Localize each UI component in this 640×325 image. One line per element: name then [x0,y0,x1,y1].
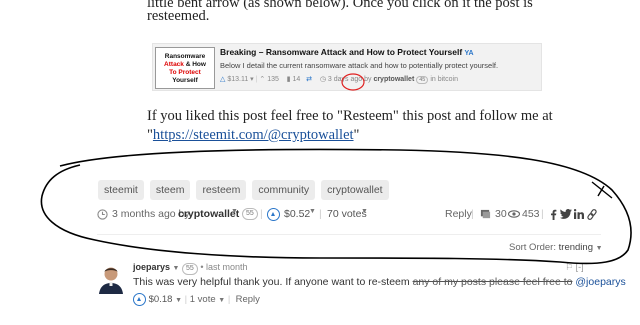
sort-chevron-down-icon[interactable]: ▼ [596,245,603,252]
upvote-button[interactable] [133,293,146,306]
divider: | [319,208,322,220]
sort-label: Sort Order: [509,242,556,253]
comments-icon: ▮ [286,76,291,83]
votes-chevron-down-icon[interactable]: ▼ [218,297,225,304]
votes-icon: ⌃ [259,76,266,83]
thumb-text: To Protect [169,69,201,76]
tag-list: steemit steem resteem community cryptowa… [98,180,389,200]
mention-link[interactable]: @joeparys [572,276,625,288]
sort-order-dropdown[interactable]: Sort Order: trending ▼ [509,242,603,253]
article-text-line: If you liked this post feel free to "Res… [147,108,553,124]
reputation-badge: 55 [242,208,258,220]
divider: | [471,208,474,220]
upvote-icon: △ [220,76,226,83]
section-divider [97,234,601,235]
comment-body: This was very helpful thank you. If anyo… [133,276,626,288]
thumb-text: Attack & How [164,61,206,68]
comments-count[interactable]: 30 [495,208,507,220]
thumb-text: Ransomware [164,53,206,60]
resteem-icon: ⇄ [306,76,313,83]
comments-icon[interactable] [480,208,491,220]
comment-author-link[interactable]: joeparys [133,262,170,272]
scribble-tail [591,181,613,199]
embed-meta: △ $13.11 ▾ | ⌃ 135 ▮ 14 ⇄ ◷ 3 days ago b… [220,76,458,84]
reputation-badge: 55 [182,263,198,275]
votes-chevron-down-icon[interactable]: ▼ [361,208,368,215]
comment-time[interactable]: last month [206,262,248,272]
post-payout[interactable]: $0.52 [284,208,310,220]
embed-description: Below I detail the current ransomware at… [220,61,499,70]
comment-actions: ⚐ [-] [565,262,584,273]
divider: | [184,294,188,306]
comment-header: joeparys ▼ 55 • last month [133,262,248,275]
link-icon[interactable] [587,208,597,220]
comment-footer: $0.18 ▼ | 1 vote ▼ | Reply [133,293,260,306]
tag-steemit[interactable]: steemit [98,180,144,200]
author-chevron-down-icon[interactable]: ▼ [173,265,180,272]
comment-payout[interactable]: $0.18 [149,294,173,305]
tag-community[interactable]: community [252,180,316,200]
eye-icon [508,208,520,220]
divider: | [260,208,263,220]
embedded-post-screenshot: Ransomware Attack & How To Protect Yours… [152,43,542,91]
sort-value[interactable]: trending [559,242,593,253]
payout-chevron-down-icon[interactable]: ▼ [175,297,182,304]
facebook-icon[interactable] [548,208,558,220]
embed-title: Breaking – Ransomware Attack and How to … [220,47,474,57]
embed-thumbnail: Ransomware Attack & How To Protect Yours… [155,47,215,89]
tag-resteem[interactable]: resteem [196,180,247,200]
comment-reply-button[interactable]: Reply [236,294,260,305]
collapse-button[interactable]: [-] [576,262,584,272]
avatar[interactable] [97,262,125,294]
linkedin-icon[interactable] [574,208,584,220]
thumb-text: Yourself [172,77,198,84]
upvote-icon [133,293,146,306]
upvote-icon [267,208,280,221]
profile-link[interactable]: https://steemit.com/@cryptowallet [153,127,354,143]
author-chevron-down-icon[interactable]: ▼ [231,208,238,215]
flag-icon[interactable]: ⚐ [565,262,573,272]
clock-icon [97,208,108,220]
article-text-line: "https://steemit.com/@cryptowallet" [147,127,360,143]
clock-icon: ◷ [319,76,326,83]
twitter-icon[interactable] [560,208,572,220]
bullet: • [200,262,204,272]
divider: | [541,208,544,220]
tag-steem[interactable]: steem [149,180,191,200]
views-count: 453 [522,208,540,220]
article-text-line: resteemed. [147,8,210,24]
reply-button[interactable]: Reply [445,208,472,220]
post-meta-row: 3 months ago by cryptowallet ▼ 55 | $0.5… [97,208,601,224]
tag-cryptowallet[interactable]: cryptowallet [321,180,389,200]
comment-votes[interactable]: 1 vote [190,294,216,305]
payout-chevron-down-icon[interactable]: ▼ [309,208,316,215]
upvote-button[interactable] [267,208,280,221]
divider: | [227,294,231,306]
